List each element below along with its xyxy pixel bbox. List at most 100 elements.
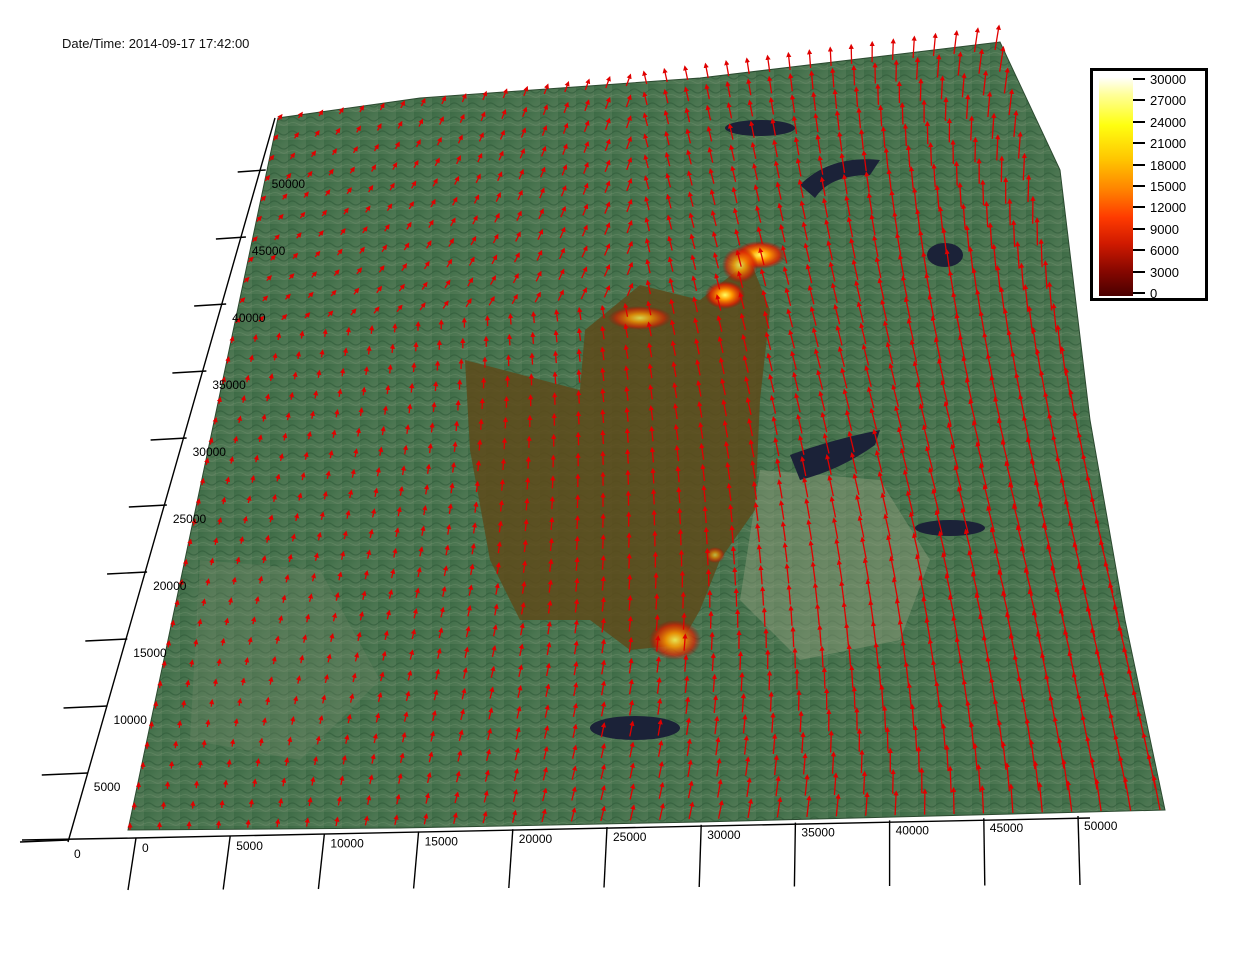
y-axis-tick <box>41 772 88 776</box>
wind-arrow <box>552 371 558 385</box>
y-axis-tick <box>172 370 207 374</box>
wind-arrow <box>574 535 580 550</box>
wind-arrow <box>625 469 631 485</box>
y-axis-tick <box>150 437 187 441</box>
wind-arrow <box>953 160 960 186</box>
wind-arrow <box>600 534 606 549</box>
y-axis-tick-label: 40000 <box>232 311 266 325</box>
wind-arrow <box>342 347 349 356</box>
y-axis-tick <box>128 504 167 508</box>
wind-arrow <box>226 759 232 768</box>
wind-arrow <box>653 572 659 589</box>
wind-arrow <box>529 352 535 365</box>
y-axis-tick-label: 50000 <box>272 177 306 191</box>
colorbar-tick-label: 24000 <box>1150 114 1187 130</box>
wind-arrow <box>550 475 556 489</box>
wind-arrow <box>827 46 834 67</box>
wind-arrow <box>389 343 396 353</box>
x-axis-tick <box>1077 815 1081 886</box>
wind-arrow <box>209 698 215 707</box>
wind-arrow <box>739 671 745 692</box>
y-axis-tick-label: 5000 <box>94 780 121 794</box>
wind-arrow <box>275 818 281 828</box>
wind-arrow <box>703 526 709 545</box>
wind-arrow <box>549 516 555 531</box>
wind-arrow <box>709 631 715 650</box>
x-axis-tick <box>793 822 797 887</box>
wind-arrow <box>345 326 351 336</box>
x-axis-tick-label: 10000 <box>330 837 364 851</box>
wind-arrow <box>914 56 921 80</box>
colorbar-tick-label: 9000 <box>1150 221 1179 237</box>
wind-arrow <box>654 593 660 610</box>
wind-arrow <box>148 721 154 729</box>
wind-arrow <box>683 65 689 81</box>
colorbar-tick <box>1133 206 1145 209</box>
wind-arrow <box>1026 174 1032 203</box>
wind-arrow <box>197 759 203 768</box>
wind-arrow <box>369 325 375 334</box>
wind-arrow <box>600 409 606 424</box>
wind-arrow <box>576 369 582 383</box>
wind-arrow <box>157 680 163 689</box>
wind-arrow <box>248 798 254 808</box>
wind-arrow <box>433 381 439 392</box>
wind-arrow <box>890 769 896 794</box>
wind-arrow <box>219 799 225 808</box>
y-axis-tick-label: 20000 <box>153 579 187 593</box>
wind-arrow <box>455 399 461 411</box>
colorbar-tick <box>1133 249 1145 252</box>
wind-arrow <box>230 738 236 747</box>
colorbar-tick <box>1133 120 1145 123</box>
wind-arrow <box>500 458 506 471</box>
wind-arrow <box>553 350 559 364</box>
wind-arrow <box>429 422 435 433</box>
wind-arrow <box>411 362 417 373</box>
wind-arrow <box>319 349 325 358</box>
wind-arrow <box>851 64 857 86</box>
wind-arrow <box>677 507 683 525</box>
wind-arrow <box>821 666 827 689</box>
x-axis-tick-label: 30000 <box>707 828 741 842</box>
wind-arrow <box>790 626 796 648</box>
wind-arrow <box>980 179 986 206</box>
wind-arrow <box>650 467 656 484</box>
wind-arrow <box>999 155 1005 183</box>
lake <box>725 120 795 136</box>
wind-arrow <box>453 420 460 432</box>
wind-arrow <box>576 390 582 404</box>
y-axis-tick <box>63 705 108 709</box>
wind-arrow <box>181 699 187 708</box>
x-axis-tick-label: 5000 <box>236 839 263 853</box>
wind-arrow <box>407 403 413 414</box>
x-axis-tick-label: 35000 <box>801 826 835 840</box>
wind-arrow <box>409 382 415 393</box>
y-axis-tick-label: 30000 <box>193 445 227 459</box>
y-axis-tick-label: 35000 <box>212 378 246 392</box>
wind-arrow <box>340 367 346 377</box>
wind-arrow <box>212 678 218 687</box>
colorbar-tick-label: 15000 <box>1150 179 1187 194</box>
wind-arrow <box>918 78 924 102</box>
y-axis-tick-label: 0 <box>74 847 81 861</box>
wind-arrow <box>366 345 372 355</box>
colorbar-gradient <box>1099 77 1133 296</box>
y-axis-tick-label: 10000 <box>114 713 148 727</box>
terrain-map-view[interactable]: 0500010000150002000025000300003500040000… <box>0 0 1237 955</box>
y-axis-tick <box>85 638 128 642</box>
wind-arrow <box>387 364 393 374</box>
wind-arrow <box>625 448 631 464</box>
colorbar-legend: 30000 27000 24000 21000 18000 15000 12000 9000 6… <box>1090 68 1208 301</box>
colorbar-tick <box>1133 78 1145 80</box>
colorbar-tick-label: 6000 <box>1150 243 1179 259</box>
wind-arrow <box>928 142 934 166</box>
wind-arrow <box>704 547 711 566</box>
y-axis-tick <box>237 169 266 173</box>
wind-arrow <box>943 96 949 121</box>
wind-arrow <box>161 660 167 668</box>
wind-arrow <box>322 328 328 337</box>
wind-arrow <box>501 437 508 450</box>
wind-arrow <box>681 612 687 630</box>
wind-arrow <box>215 820 222 829</box>
x-axis-tick <box>698 824 702 888</box>
